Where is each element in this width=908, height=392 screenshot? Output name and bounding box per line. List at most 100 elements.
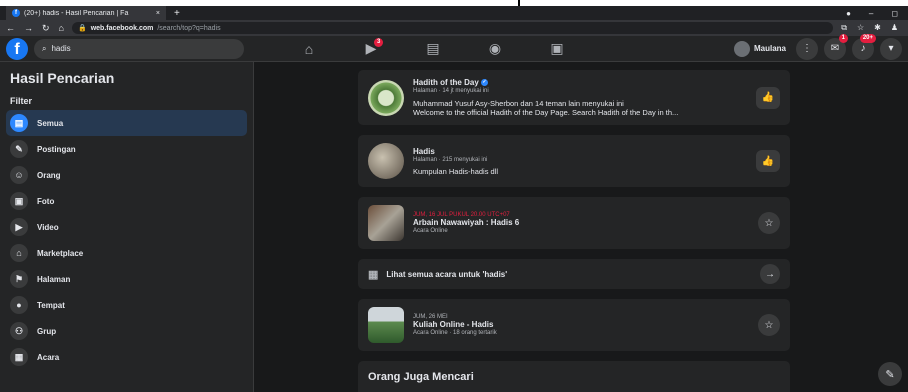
event-subtitle: Acara Online	[413, 228, 448, 234]
chevron-down-icon: ▾	[888, 43, 894, 54]
nav-gaming[interactable]: ▣	[526, 36, 588, 62]
sidebar-item-label: Video	[37, 222, 59, 232]
account-menu-button[interactable]: ▾	[880, 37, 902, 60]
photo-icon: ▣	[10, 192, 28, 210]
result-card-event-kuliah[interactable]: JUM, 26 MEI Kuliah Online - Hadis Acara …	[358, 299, 790, 351]
facebook-logo[interactable]: f	[6, 37, 28, 60]
bookmark-star-icon[interactable]: ☆	[857, 23, 864, 33]
sidebar-item-orang[interactable]: ☺ Orang	[6, 162, 247, 188]
extensions-icon[interactable]: ✱	[874, 23, 881, 33]
sidebar-item-halaman[interactable]: ⚑ Halaman	[6, 266, 247, 292]
event-subtitle: Acara Online · 18 orang tertarik	[413, 330, 497, 336]
forward-icon[interactable]: →	[24, 23, 33, 34]
result-friends-like: Muhammad Yusuf Asy-Sherbon dan 14 teman …	[413, 99, 624, 108]
feed-icon: ▤	[10, 114, 28, 132]
sidebar-item-tempat[interactable]: ● Tempat	[6, 292, 247, 318]
browser-extensions: ⧉ ☆ ✱ ♟	[841, 23, 902, 33]
avatar	[733, 40, 750, 57]
bell-icon: ♪	[860, 43, 866, 54]
address-bar[interactable]: 🔒 web.facebook.com/search/top?q=hadis	[71, 22, 834, 34]
star-icon: ☆	[764, 217, 774, 229]
result-card-event-arbain[interactable]: JUM, 16 JUL PUKUL 20.00 UTC+07 Arbain Na…	[358, 197, 790, 249]
calendar-icon: ▦	[368, 268, 379, 281]
back-icon[interactable]: ←	[6, 23, 15, 34]
result-info: JUM, 16 JUL PUKUL 20.00 UTC+07 Arbain Na…	[413, 212, 749, 234]
messenger-icon: ✉	[830, 43, 840, 54]
thumbs-up-icon: 👍	[761, 155, 775, 167]
new-message-button[interactable]: ✎	[878, 362, 902, 386]
event-name[interactable]: Kuliah Online - Hadis	[413, 320, 749, 329]
profile-circle-icon[interactable]: ●	[846, 9, 851, 18]
browser-tab[interactable]: f (20+) hadis - Hasil Pencarian | Fa ×	[6, 6, 166, 20]
browser-nav: ← → ↻ ⌂	[6, 23, 64, 34]
right-nav: Maulana ⋮ ✉ 1 ♪ 20+ ▾	[733, 33, 902, 60]
search-input[interactable]: ⌕ hadis	[34, 38, 244, 59]
event-thumbnail[interactable]	[368, 307, 404, 343]
verified-badge-icon: ✓	[481, 79, 489, 87]
sidebar-item-label: Semua	[37, 118, 64, 128]
messenger-button[interactable]: ✉ 1	[824, 33, 848, 60]
minimize-icon[interactable]: –	[869, 9, 873, 18]
new-tab-button[interactable]: +	[174, 8, 180, 19]
lock-icon: 🔒	[77, 25, 87, 32]
profile-link[interactable]: Maulana	[733, 40, 790, 57]
calendar-icon: ▦	[10, 348, 28, 366]
sidebar-item-label: Tempat	[37, 300, 65, 310]
main: Hasil Pencarian Filter ▤ Semua ✎ Postingan ☺…	[0, 62, 908, 392]
watch-badge: 3	[374, 37, 384, 47]
page-thumbnail[interactable]	[368, 79, 404, 116]
result-name[interactable]: Hadith of the Day ✓	[413, 78, 747, 87]
see-all-events-button[interactable]: ▦ Lihat semua acara untuk 'hadis' →	[358, 259, 790, 289]
pin-icon: ●	[10, 296, 28, 314]
result-name-text: Hadith of the Day	[413, 78, 479, 87]
sidebar-item-label: Marketplace	[37, 248, 84, 258]
like-page-button[interactable]: 👍	[756, 150, 780, 172]
page-title: Hasil Pencarian	[10, 70, 115, 86]
tab-close-icon[interactable]: ×	[156, 10, 160, 17]
account-icon[interactable]: ♟	[891, 23, 898, 33]
nav-watch[interactable]: ▶ 3	[340, 36, 402, 62]
notifications-button[interactable]: ♪ 20+	[852, 33, 876, 60]
sidebar-item-label: Postingan	[37, 144, 76, 154]
browser-tabbar: f (20+) hadis - Hasil Pencarian | Fa × +…	[0, 6, 908, 20]
like-page-button[interactable]: 👍	[756, 86, 780, 109]
interested-button[interactable]: ☆	[758, 212, 780, 234]
search-value: hadis	[51, 44, 71, 53]
reload-icon[interactable]: ↻	[42, 23, 50, 34]
url-host: web.facebook.com	[90, 24, 154, 32]
sidebar-item-acara[interactable]: ▦ Acara	[6, 344, 247, 370]
sidebar-item-label: Foto	[37, 196, 55, 206]
nav-groups[interactable]: ◉	[464, 36, 526, 62]
page-thumbnail[interactable]	[368, 143, 404, 179]
home-icon[interactable]: ⌂	[59, 23, 64, 34]
sidebar-item-marketplace[interactable]: ⌂ Marketplace	[6, 240, 247, 266]
translate-icon[interactable]: ⧉	[841, 23, 847, 33]
event-name[interactable]: Arbain Nawawiyah : Hadis 6	[413, 218, 749, 227]
marketplace-icon: ▤	[426, 40, 440, 56]
search-icon: ⌕	[42, 43, 47, 53]
people-icon: ☺	[10, 166, 28, 184]
interested-button[interactable]: ☆	[758, 314, 780, 336]
result-card-hadith-of-the-day[interactable]: Hadith of the Day ✓ Halaman · 14 jt meny…	[358, 70, 790, 125]
sidebar-item-semua[interactable]: ▤ Semua	[6, 110, 247, 136]
sidebar-item-label: Halaman	[37, 274, 71, 284]
url-path: /search/top?q=hadis	[157, 24, 221, 32]
result-info: Hadis Halaman · 215 menyukai ini Kumpula…	[413, 147, 747, 176]
nav-marketplace[interactable]: ▤	[402, 36, 464, 62]
results-area: Hadith of the Day ✓ Halaman · 14 jt meny…	[254, 62, 908, 392]
sidebar-item-video[interactable]: ▶ Video	[6, 214, 247, 240]
result-name[interactable]: Hadis	[413, 147, 747, 156]
maximize-icon[interactable]: ◻	[891, 9, 898, 18]
center-nav: ⌂ ▶ 3 ▤ ◉ ▣	[278, 36, 588, 62]
gaming-icon: ▣	[550, 40, 564, 56]
group-icon: ⚇	[10, 322, 28, 340]
search-sidebar: Hasil Pencarian Filter ▤ Semua ✎ Postingan ☺…	[0, 62, 254, 392]
event-thumbnail[interactable]	[368, 205, 404, 241]
nav-home[interactable]: ⌂	[278, 36, 340, 62]
facebook-header: f ⌕ hadis ⌂ ▶ 3 ▤ ◉ ▣ Maulana ⋮ ✉ 1 ♪ 20+ ▾	[0, 33, 908, 62]
sidebar-item-grup[interactable]: ⚇ Grup	[6, 318, 247, 344]
result-card-hadis[interactable]: Hadis Halaman · 215 menyukai ini Kumpula…	[358, 135, 790, 187]
sidebar-item-foto[interactable]: ▣ Foto	[6, 188, 247, 214]
sidebar-item-postingan[interactable]: ✎ Postingan	[6, 136, 247, 162]
menu-button[interactable]: ⋮	[796, 37, 818, 60]
